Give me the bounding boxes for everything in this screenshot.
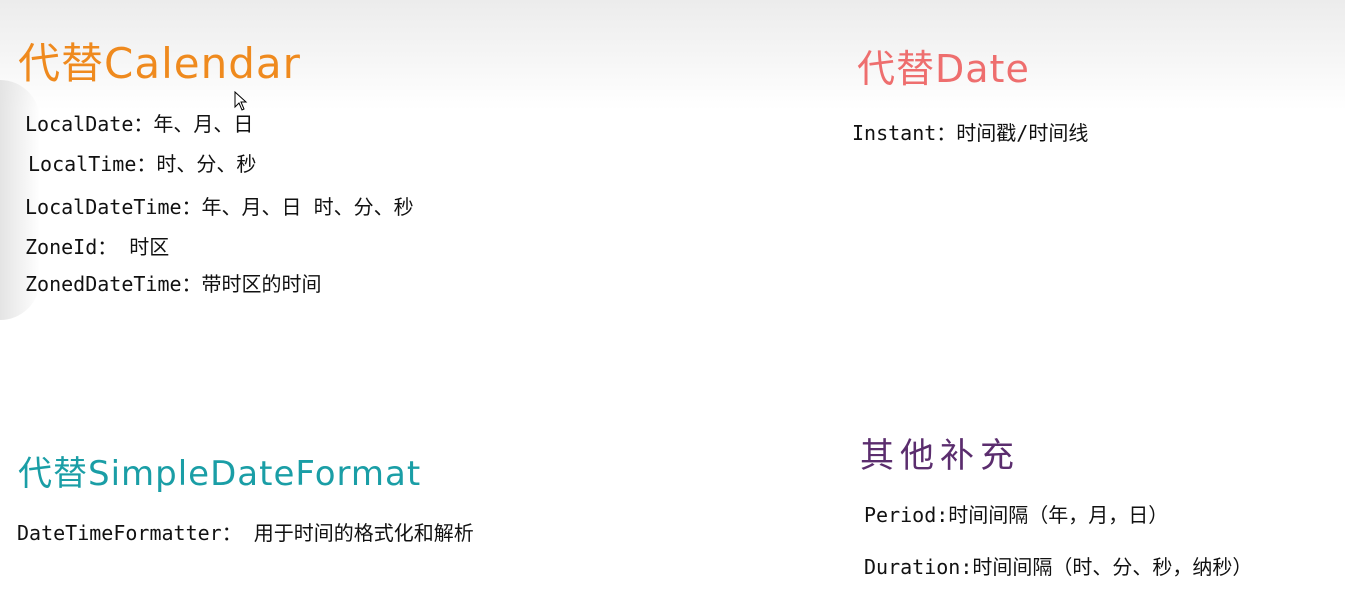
other-section-title: 其他补充 (860, 436, 1020, 476)
zoneid-item: ZoneId： 时区 (25, 235, 170, 259)
period-item: Period:时间间隔（年，月，日） (864, 503, 1169, 527)
datetimeformatter-item: DateTimeFormatter： 用于时间的格式化和解析 (17, 521, 474, 545)
localdate-item: LocalDate：年、月、日 (25, 112, 254, 136)
localdatetime-item: LocalDateTime：年、月、日 时、分、秒 (25, 195, 414, 219)
date-section-title: 代替Date (857, 47, 1030, 91)
calendar-section-title: 代替Calendar (18, 39, 301, 88)
instant-item: Instant：时间戳/时间线 (852, 121, 1089, 145)
zoneddatetime-item: ZonedDateTime：带时区的时间 (25, 272, 322, 296)
localtime-item: LocalTime：时、分、秒 (28, 152, 257, 176)
sdf-section-title: 代替SimpleDateFormat (18, 454, 422, 494)
duration-item: Duration:时间间隔（时、分、秒，纳秒） (864, 555, 1253, 579)
mouse-cursor-icon (234, 91, 248, 111)
